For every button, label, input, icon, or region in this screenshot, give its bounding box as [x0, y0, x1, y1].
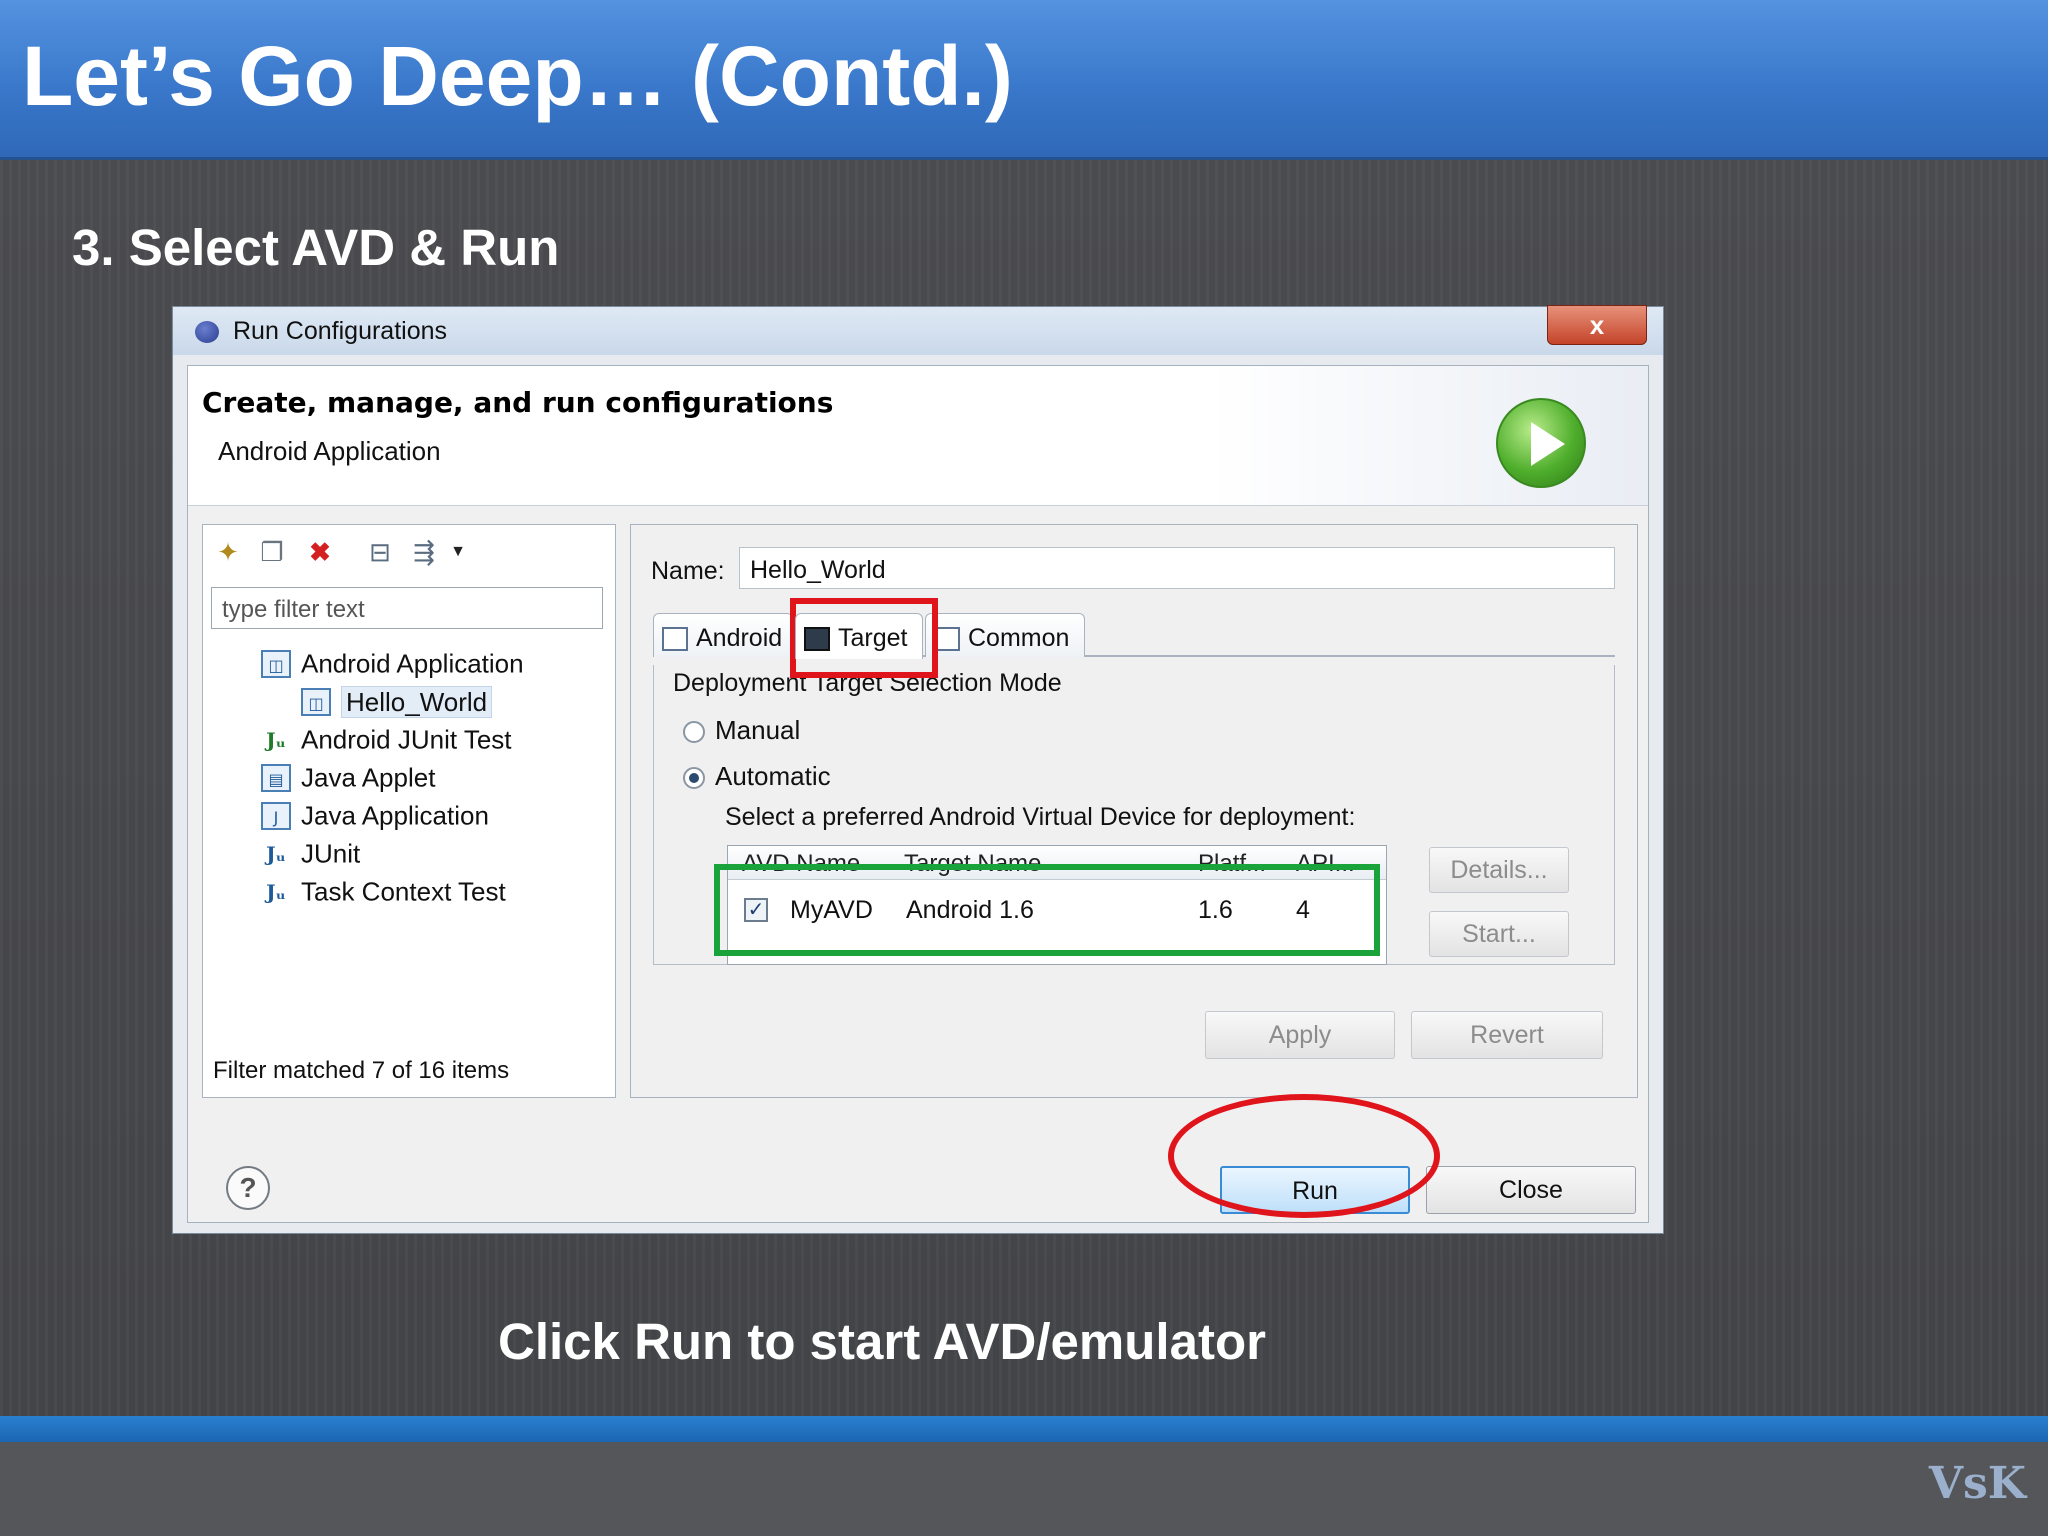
- bottom-band: [0, 1416, 2048, 1442]
- tab-target[interactable]: Target: [795, 613, 923, 659]
- chevron-down-icon[interactable]: ▼: [443, 537, 473, 567]
- tree-item-android-junit-test[interactable]: Jᵤ Android JUnit Test: [261, 723, 511, 759]
- run-banner-icon: [1496, 398, 1586, 488]
- new-config-icon[interactable]: ✦: [213, 537, 243, 567]
- slide-title: Let’s Go Deep… (Contd.): [22, 29, 1013, 123]
- collapse-all-icon[interactable]: ⊟: [365, 537, 395, 567]
- run-configurations-dialog: Run Configurations x Create, manage, and…: [172, 305, 1664, 1234]
- name-field[interactable]: Hello_World: [739, 547, 1615, 589]
- manual-radio-label: Manual: [715, 715, 801, 745]
- slide-caption: Click Run to start AVD/emulator: [498, 1313, 1266, 1370]
- filter-input[interactable]: type filter text: [211, 587, 603, 629]
- revert-button[interactable]: Revert: [1411, 1011, 1603, 1059]
- tree-item-android-application[interactable]: ◫ Android Application: [261, 647, 524, 683]
- avd-row-highlight: [714, 864, 1380, 956]
- automatic-radio[interactable]: [683, 767, 705, 789]
- android-app-icon: ◫: [301, 688, 331, 717]
- junit-icon: Jᵤ: [266, 728, 286, 753]
- manual-radio[interactable]: [683, 721, 705, 743]
- android-app-icon: ◫: [261, 650, 291, 679]
- avd-prompt: Select a preferred Android Virtual Devic…: [725, 803, 1356, 831]
- details-button[interactable]: Details...: [1429, 847, 1569, 893]
- tab-common[interactable]: Common: [925, 613, 1085, 657]
- junit-icon: Jᵤ: [266, 842, 286, 867]
- configuration-tree-panel: ✦ ❐ ✖ ⊟ ⇶ ▼ type filter text ◫ Android Ap…: [202, 524, 616, 1098]
- delete-icon[interactable]: ✖: [305, 537, 335, 567]
- vsk-logo: VsK: [1928, 1458, 2026, 1509]
- footer-area: [0, 1442, 2048, 1536]
- filter-icon[interactable]: ⇶: [409, 537, 439, 567]
- duplicate-icon[interactable]: ❐: [257, 537, 287, 567]
- dialog-title: Run Configurations: [233, 317, 448, 345]
- tab-android[interactable]: Android: [653, 613, 793, 657]
- close-button[interactable]: Close: [1426, 1166, 1636, 1214]
- android-tab-icon: [662, 627, 688, 652]
- automatic-radio-label: Automatic: [715, 761, 831, 791]
- header-subtitle: Android Application: [218, 436, 441, 466]
- tree-toolbar: ✦ ❐ ✖ ⊟ ⇶ ▼: [213, 531, 603, 575]
- header-title: Create, manage, and run configurations: [202, 386, 834, 419]
- applet-icon: ▤: [261, 764, 291, 793]
- help-icon[interactable]: ?: [226, 1166, 270, 1210]
- configuration-editor-panel: Name: Hello_World Android Target Common …: [630, 524, 1638, 1098]
- junit-icon: Jᵤ: [266, 880, 286, 905]
- eclipse-icon: [195, 321, 219, 343]
- tree-item-hello-world[interactable]: ◫ Hello_World: [301, 685, 493, 721]
- apply-button[interactable]: Apply: [1205, 1011, 1395, 1059]
- step-heading: 3. Select AVD & Run: [72, 219, 560, 276]
- filter-placeholder: type filter text: [222, 596, 365, 623]
- tree-item-junit[interactable]: Jᵤ JUnit: [261, 837, 360, 873]
- dialog-body: Create, manage, and run configurations A…: [187, 365, 1649, 1223]
- window-close-button[interactable]: x: [1547, 305, 1647, 345]
- name-value: Hello_World: [750, 556, 886, 584]
- tree-item-java-application[interactable]: J Java Application: [261, 799, 489, 835]
- target-tab-icon: [804, 627, 830, 652]
- tree-item-java-applet[interactable]: ▤ Java Applet: [261, 761, 435, 797]
- filter-status: Filter matched 7 of 16 items: [213, 1057, 510, 1084]
- run-button-highlight: [1168, 1094, 1440, 1218]
- dialog-header: Create, manage, and run configurations A…: [188, 366, 1648, 506]
- tree-item-task-context-test[interactable]: Jᵤ Task Context Test: [261, 875, 506, 911]
- java-app-icon: J: [261, 802, 291, 831]
- start-button[interactable]: Start...: [1429, 911, 1569, 957]
- dialog-titlebar: Run Configurations x: [173, 305, 1663, 355]
- name-label: Name:: [651, 557, 725, 585]
